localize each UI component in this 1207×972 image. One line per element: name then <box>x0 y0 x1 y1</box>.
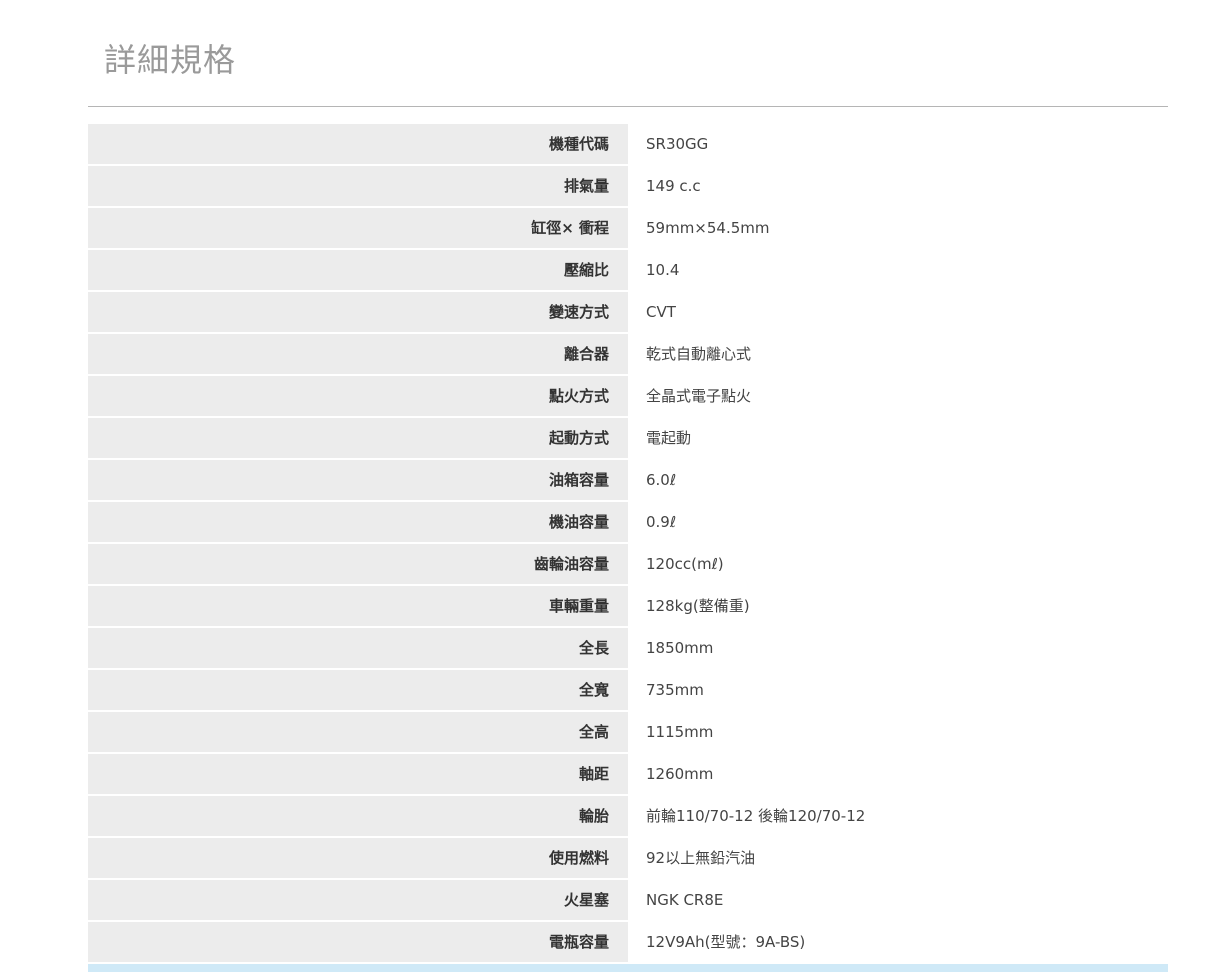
spec-label: 油箱容量 <box>88 460 628 500</box>
spec-label: 電瓶容量 <box>88 922 628 962</box>
spec-value: SR30GG <box>646 135 709 153</box>
spec-row: 起動方式 電起動 <box>88 418 1168 458</box>
bottom-highlight-bar <box>88 964 1168 972</box>
spec-row: 軸距 1260mm <box>88 754 1168 794</box>
spec-value: 12V9Ah(型號：9A-BS) <box>646 933 806 951</box>
spec-row: 點火方式 全晶式電子點火 <box>88 376 1168 416</box>
spec-label: 車輛重量 <box>88 586 628 626</box>
spec-value: 1260mm <box>646 765 714 783</box>
spec-row: 全長 1850mm <box>88 628 1168 668</box>
spec-row: 輪胎 前輪110/70-12 後輪120/70-12 <box>88 796 1168 836</box>
spec-value: 前輪110/70-12 後輪120/70-12 <box>646 807 866 825</box>
spec-label: 排氣量 <box>88 166 628 206</box>
spec-label: 全寬 <box>88 670 628 710</box>
title-divider <box>88 106 1168 107</box>
spec-row: 排氣量 149 c.c <box>88 166 1168 206</box>
spec-row: 缸徑× 衝程 59mm×54.5mm <box>88 208 1168 248</box>
spec-value: 128kg(整備重) <box>646 597 750 615</box>
spec-value: 120cc(mℓ) <box>646 555 724 573</box>
spec-label: 起動方式 <box>88 418 628 458</box>
spec-row: 全高 1115mm <box>88 712 1168 752</box>
spec-table: 機種代碼 SR30GG 排氣量 149 c.c 缸徑× 衝程 59mm×54.5mm 壓縮比… <box>88 124 1168 964</box>
spec-value: 59mm×54.5mm <box>646 219 770 237</box>
spec-label: 機油容量 <box>88 502 628 542</box>
spec-label: 使用燃料 <box>88 838 628 878</box>
spec-row: 壓縮比 10.4 <box>88 250 1168 290</box>
spec-row: 離合器 乾式自動離心式 <box>88 334 1168 374</box>
spec-value: 0.9ℓ <box>646 513 677 531</box>
spec-row: 機種代碼 SR30GG <box>88 124 1168 164</box>
spec-label: 全高 <box>88 712 628 752</box>
spec-label: 機種代碼 <box>88 124 628 164</box>
page-title: 詳細規格 <box>104 41 237 79</box>
spec-label: 離合器 <box>88 334 628 374</box>
spec-value: 乾式自動離心式 <box>646 345 752 363</box>
spec-value: 735mm <box>646 681 704 699</box>
spec-label: 全長 <box>88 628 628 668</box>
spec-label: 軸距 <box>88 754 628 794</box>
spec-value: 6.0ℓ <box>646 471 677 489</box>
spec-value: 1115mm <box>646 723 714 741</box>
spec-label: 火星塞 <box>88 880 628 920</box>
spec-label: 點火方式 <box>88 376 628 416</box>
spec-label: 缸徑× 衝程 <box>88 208 628 248</box>
spec-row: 電瓶容量 12V9Ah(型號：9A-BS) <box>88 922 1168 962</box>
spec-row: 油箱容量 6.0ℓ <box>88 460 1168 500</box>
spec-value: 92以上無鉛汽油 <box>646 849 756 867</box>
spec-label: 壓縮比 <box>88 250 628 290</box>
spec-value: CVT <box>646 303 676 321</box>
spec-label: 輪胎 <box>88 796 628 836</box>
spec-row: 使用燃料 92以上無鉛汽油 <box>88 838 1168 878</box>
spec-row: 齒輪油容量 120cc(mℓ) <box>88 544 1168 584</box>
spec-row: 全寬 735mm <box>88 670 1168 710</box>
spec-row: 機油容量 0.9ℓ <box>88 502 1168 542</box>
spec-row: 變速方式 CVT <box>88 292 1168 332</box>
spec-value: 10.4 <box>646 261 680 279</box>
spec-value: 149 c.c <box>646 177 701 195</box>
spec-row: 車輛重量 128kg(整備重) <box>88 586 1168 626</box>
spec-value: 1850mm <box>646 639 714 657</box>
spec-row: 火星塞 NGK CR8E <box>88 880 1168 920</box>
spec-value: 全晶式電子點火 <box>646 387 752 405</box>
spec-label: 變速方式 <box>88 292 628 332</box>
spec-value: 電起動 <box>646 429 692 447</box>
spec-label: 齒輪油容量 <box>88 544 628 584</box>
spec-value: NGK CR8E <box>646 891 724 909</box>
